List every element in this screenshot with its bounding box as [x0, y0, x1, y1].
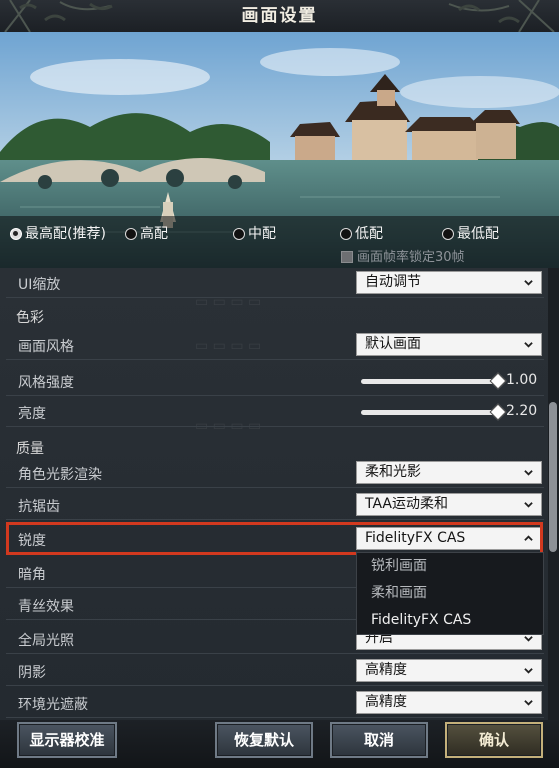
setting-label: 亮度 [18, 406, 46, 422]
setting-row-style: 画面风格 默认画面 [6, 330, 544, 360]
bamboo-decoration-left [4, 0, 113, 32]
setting-label: 风格强度 [18, 375, 74, 391]
radio-icon [442, 228, 454, 240]
restore-defaults-button[interactable]: 恢复默认 [215, 722, 313, 758]
antialias-dropdown[interactable]: TAA运动柔和 [356, 493, 542, 516]
dropdown-value: 高精度 [365, 662, 407, 678]
slider-track [361, 410, 499, 415]
setting-row-antialias: 抗锯齿 TAA运动柔和 [6, 490, 544, 520]
ui-scale-dropdown[interactable]: 自动调节 [356, 271, 542, 294]
ao-dropdown[interactable]: 高精度 [356, 691, 542, 714]
radio-icon [125, 228, 137, 240]
scrollbar-thumb[interactable] [549, 402, 557, 552]
cancel-button[interactable]: 取消 [330, 722, 428, 758]
radio-selected-icon [10, 228, 22, 240]
setting-label: 暗角 [18, 567, 46, 583]
dropdown-option-sharp[interactable]: 锐利画面 [357, 553, 543, 580]
setting-row-ui-scale: UI缩放 自动调节 [6, 268, 544, 298]
bamboo-decoration-right [448, 0, 555, 32]
preset-label: 高配 [140, 226, 168, 242]
settings-list[interactable]: ▭ ▭ ▭ ▭ ▭ ▭ ▭ ▭ ▭ ▭ ▭ ▭ UI缩放 自动调节 色彩 画面风… [0, 268, 548, 720]
setting-row-char-lighting: 角色光影渲染 柔和光影 [6, 458, 544, 488]
dropdown-value: 柔和光影 [365, 464, 421, 480]
chevron-down-icon [524, 502, 533, 508]
confirm-button[interactable]: 确认 [445, 722, 543, 758]
preset-label: 低配 [355, 226, 383, 242]
chevron-down-icon [524, 668, 533, 674]
setting-label: 抗锯齿 [18, 499, 60, 515]
chevron-down-icon [524, 700, 533, 706]
sharpness-dropdown-menu: 锐利画面 柔和画面 FidelityFX CAS [356, 552, 544, 635]
setting-row-style-strength: 风格强度 1.00 [6, 366, 544, 396]
radio-icon [233, 228, 245, 240]
slider-track [361, 379, 499, 384]
char-lighting-dropdown[interactable]: 柔和光影 [356, 461, 542, 484]
brightness-slider[interactable] [361, 403, 507, 421]
style-dropdown[interactable]: 默认画面 [356, 333, 542, 356]
setting-label: 角色光影渲染 [18, 467, 102, 483]
graphics-settings-window: 画面设置 最高配(推荐) 高配 中配 低配 最低配 画面帧率锁定30帧 ▭ ▭ … [0, 0, 559, 768]
setting-label: UI缩放 [18, 277, 61, 293]
setting-label: 全局光照 [18, 633, 74, 649]
preset-label: 最低配 [457, 226, 499, 242]
section-title-color: 色彩 [16, 310, 44, 326]
setting-label: 环境光遮蔽 [18, 697, 88, 713]
setting-label: 阴影 [18, 665, 46, 681]
dropdown-option-soft[interactable]: 柔和画面 [357, 580, 543, 607]
checkbox-icon [341, 251, 353, 263]
dropdown-value: 自动调节 [365, 274, 421, 290]
chevron-down-icon [524, 342, 533, 348]
slider-knob[interactable] [489, 372, 507, 390]
slider-value: 1.00 [506, 372, 538, 388]
dropdown-value: TAA运动柔和 [365, 496, 449, 512]
dropdown-option-fidelityfx-cas[interactable]: FidelityFX CAS [357, 607, 543, 634]
section-title-quality: 质量 [16, 441, 44, 457]
setting-row-ao: 环境光遮蔽 高精度 [6, 688, 544, 718]
preset-medium[interactable]: 中配 [233, 224, 276, 244]
setting-row-shadow: 阴影 高精度 [6, 656, 544, 686]
preset-label: 中配 [248, 226, 276, 242]
fps-lock-label: 画面帧率锁定30帧 [357, 250, 465, 265]
setting-label: 青丝效果 [18, 599, 74, 615]
shadow-dropdown[interactable]: 高精度 [356, 659, 542, 682]
setting-label: 画面风格 [18, 339, 74, 355]
monitor-calibration-button[interactable]: 显示器校准 [17, 722, 117, 758]
quality-preset-bar: 最高配(推荐) 高配 中配 低配 最低配 画面帧率锁定30帧 [0, 216, 559, 268]
preset-low[interactable]: 低配 [340, 224, 383, 244]
sharpness-highlight-box [6, 522, 543, 555]
fps-lock-checkbox[interactable]: 画面帧率锁定30帧 [341, 250, 465, 266]
window-title: 画面设置 [241, 6, 318, 26]
title-bar: 画面设置 [0, 0, 559, 33]
dropdown-value: 高精度 [365, 694, 407, 710]
setting-row-brightness: 亮度 2.20 [6, 397, 544, 427]
preset-label: 最高配(推荐) [25, 226, 106, 242]
dropdown-value: 默认画面 [365, 336, 421, 352]
chevron-down-icon [524, 636, 533, 642]
radio-icon [340, 228, 352, 240]
slider-value: 2.20 [506, 403, 538, 419]
preset-high[interactable]: 高配 [125, 224, 168, 244]
chevron-down-icon [524, 280, 533, 286]
preset-lowest[interactable]: 最低配 [442, 224, 499, 244]
chevron-down-icon [524, 470, 533, 476]
slider-knob[interactable] [489, 403, 507, 421]
preset-highest[interactable]: 最高配(推荐) [10, 224, 106, 244]
style-strength-slider[interactable] [361, 372, 507, 390]
